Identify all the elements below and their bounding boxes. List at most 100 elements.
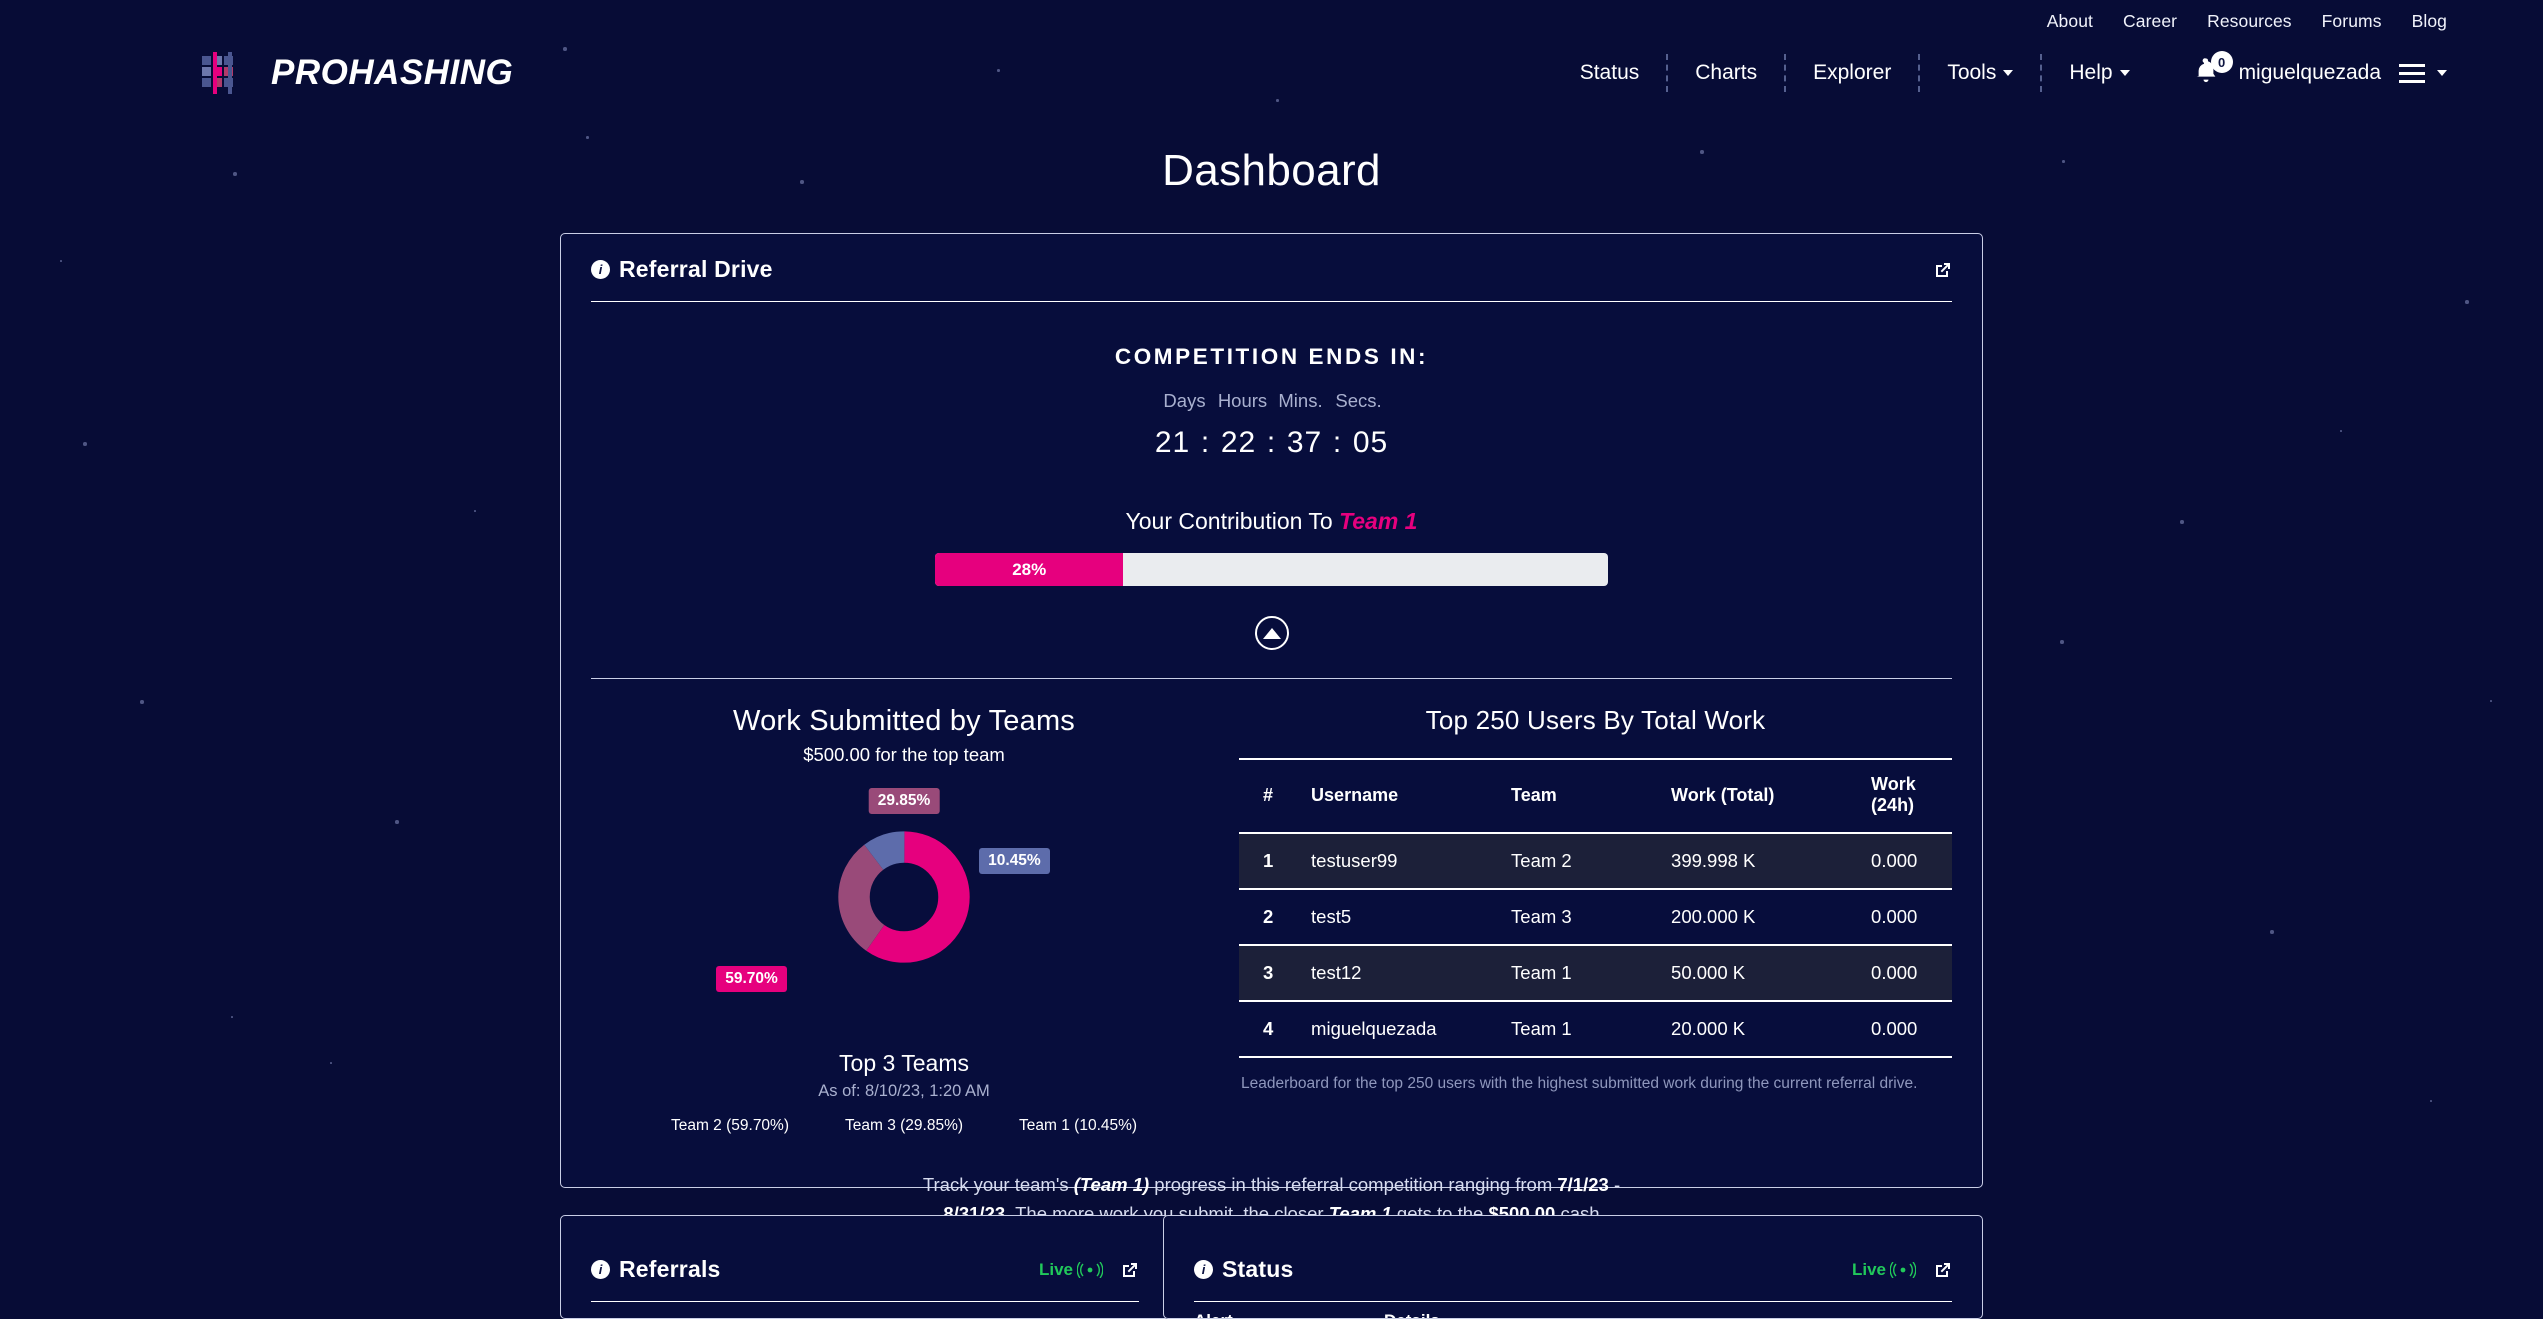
countdown-heading: COMPETITION ENDS IN: [1114,344,1429,369]
nav-item-explorer[interactable]: Explorer [1786,54,1918,92]
column-header-work-24h[interactable]: Work (24h) [1847,758,1952,834]
notifications-button[interactable]: 0 [2191,51,2233,90]
countdown-sep: : [1200,426,1211,459]
notification-count-badge: 0 [2210,51,2233,73]
column-header-work-total[interactable]: Work (Total) [1647,758,1848,834]
status-card: i Status Live Alert Details [1163,1215,1983,1319]
status-table-header: Alert Details [1164,1302,1982,1318]
column-header-rank[interactable]: # [1239,758,1288,834]
chevron-down-icon [2119,70,2130,76]
main-nav-items: Status Charts Explorer Tools Help 0 migu… [1553,42,2447,104]
referrals-card: i Referrals Live [560,1215,1170,1319]
leaderboard-header: # Username Team Work (Total) Work (24h) [1239,758,1952,834]
contribution-team: Team 1 [1339,508,1418,534]
username-cell: test12 [1287,945,1488,1002]
countdown-sep: : [1332,426,1343,459]
chevron-up-icon [1262,627,1281,639]
leaderboard-note: Leaderboard for the top 250 users with t… [1241,1075,1918,1092]
legend-timestamp: As of: 8/10/23, 1:20 AM [818,1082,990,1100]
donut-label-team1: 10.45% [979,848,1050,874]
info-icon[interactable]: i [591,1260,610,1279]
contribution-heading: Your Contribution To Team 1 [561,508,1982,535]
countdown-label-hours: Hours [1217,390,1268,411]
brand-logo[interactable]: PROHASHING [200,50,513,96]
contribution-progress-fill: 28% [935,553,1124,586]
header-divider [591,301,1952,302]
work-total-cell: 20.000 K [1647,1001,1848,1058]
countdown-days: 21 [1154,426,1191,459]
legend-item[interactable]: Team 3 (29.85%) [845,1117,963,1135]
footer-text-1: Track your team's [922,1174,1074,1195]
utility-nav-item-career[interactable]: Career [2123,11,2177,32]
referral-drive-body: Work Submitted by Teams $500.00 for the … [561,679,1982,1135]
work-24h-cell: 0.000 [1847,889,1952,946]
main-nav: PROHASHING Status Charts Explorer Tools … [0,42,2543,104]
nav-item-help[interactable]: Help [2042,54,2156,92]
legend-item[interactable]: Team 1 (10.45%) [1019,1117,1137,1135]
external-link-icon[interactable] [1932,1260,1952,1280]
column-header-details[interactable]: Details [1384,1311,1440,1318]
donut-chart: 29.85% 10.45% 59.70% [591,776,1217,1046]
footer-text-2: progress in this referral competition ra… [1149,1174,1558,1195]
username-cell: test5 [1287,889,1488,946]
username-label[interactable]: miguelquezada [2239,61,2381,85]
rank-cell: 2 [1239,889,1288,946]
contribution-progress-bar: 28% [935,553,1608,586]
utility-nav-item-about[interactable]: About [2047,11,2093,32]
info-icon[interactable]: i [591,260,610,279]
legend-item-label: Team 1 (10.45%) [1019,1117,1138,1134]
countdown-values: 21 : 22 : 37 : 05 [561,426,1982,460]
team-cell: Team 1 [1487,945,1648,1002]
teams-chart-panel: Work Submitted by Teams $500.00 for the … [591,705,1217,1135]
live-indicator: Live [1039,1260,1103,1280]
utility-nav-item-forums[interactable]: Forums [2322,11,2382,32]
utility-nav-item-blog[interactable]: Blog [2412,11,2447,32]
column-header-username[interactable]: Username [1287,758,1488,834]
leaderboard-body: 1 testuser99 Team 2 399.998 K 0.000 2 test5 Tea… [1239,833,1952,1058]
footer-text-3: - [1608,1174,1621,1195]
header-divider [591,1301,1139,1302]
team-cell: Team 3 [1487,889,1648,946]
legend-item[interactable]: Team 2 (59.70%) [671,1117,789,1135]
contribution-prefix: Your Contribution To [1125,508,1340,534]
status-card-header: i Status Live [1164,1216,1982,1283]
donut-chart-svg[interactable] [838,831,970,963]
column-header-alert[interactable]: Alert [1194,1311,1384,1318]
rank-cell: 1 [1239,833,1288,890]
leaderboard-panel: Top 250 Users By Total Work # Username T… [1217,705,1952,1135]
work-total-cell: 50.000 K [1647,945,1848,1002]
external-link-icon[interactable] [1932,260,1952,280]
external-link-icon[interactable] [1119,1260,1139,1280]
legend-item-label: Team 2 (59.70%) [670,1117,789,1134]
countdown-labels: Days Hours Mins. Secs. [561,390,1982,412]
status-card-title: Status [1222,1256,1294,1282]
countdown-mins: 37 [1286,426,1323,459]
table-row[interactable]: 1 testuser99 Team 2 399.998 K 0.000 [1239,833,1952,890]
footer-date-start: 7/1/23 [1557,1174,1609,1195]
work-24h-cell: 0.000 [1847,945,1952,1002]
nav-item-tools[interactable]: Tools [1920,54,2040,92]
work-total-cell: 399.998 K [1647,833,1848,890]
rank-cell: 3 [1239,945,1288,1002]
collapse-referral-drive-button[interactable] [1254,616,1289,650]
chart-legend: Team 2 (59.70%) Team 3 (29.85%) Team 1 (… [591,1117,1217,1135]
work-24h-cell: 0.000 [1847,833,1952,890]
nav-item-status[interactable]: Status [1553,54,1667,92]
legend-title: Top 3 Teams [839,1050,970,1076]
table-row[interactable]: 3 test12 Team 1 50.000 K 0.000 [1239,945,1952,1002]
column-header-team[interactable]: Team [1487,758,1648,834]
countdown-label-mins: Mins. [1278,390,1323,411]
info-icon[interactable]: i [1194,1260,1213,1279]
countdown-label-days: Days [1163,390,1206,411]
table-row[interactable]: 4 miguelquezada Team 1 20.000 K 0.000 [1239,1001,1952,1058]
donut-label-team3: 29.85% [868,788,940,814]
username-cell: miguelquezada [1287,1001,1488,1058]
live-label: Live [1038,1259,1073,1279]
table-row[interactable]: 2 test5 Team 3 200.000 K 0.000 [1239,889,1952,946]
utility-nav-item-resources[interactable]: Resources [2207,11,2292,32]
leaderboard-title: Top 250 Users By Total Work [1425,705,1766,735]
account-menu-button[interactable] [2399,63,2447,83]
referral-drive-card: i Referral Drive COMPETITION ENDS IN: Da… [560,233,1983,1252]
nav-item-charts[interactable]: Charts [1668,54,1784,92]
chevron-down-icon [2437,70,2447,76]
